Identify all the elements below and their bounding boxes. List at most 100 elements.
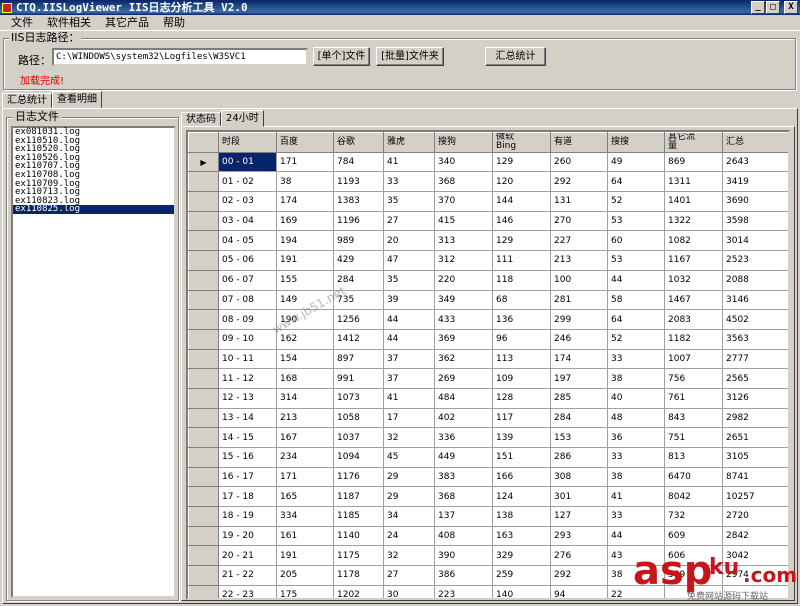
- table-cell[interactable]: 11 - 12: [218, 368, 277, 389]
- row-header[interactable]: [188, 525, 219, 547]
- table-cell[interactable]: 751: [664, 427, 723, 448]
- menu-other-products[interactable]: 其它产品: [98, 15, 156, 30]
- table-row[interactable]: 07 - 08 149 735 39 349 68 281 58 1467 3146: [188, 289, 788, 311]
- table-cell[interactable]: 44: [383, 309, 435, 330]
- table-cell[interactable]: 223: [434, 584, 493, 598]
- table-cell[interactable]: 843: [664, 407, 723, 429]
- column-header[interactable]: 汇总: [722, 132, 788, 153]
- table-cell[interactable]: 270: [550, 210, 608, 232]
- table-row[interactable]: 15 - 16 234 1094 45 449 151 286 33 813 3105: [188, 447, 788, 468]
- row-header[interactable]: [188, 191, 219, 212]
- table-cell[interactable]: 39: [383, 289, 435, 311]
- table-cell[interactable]: 163: [492, 525, 551, 547]
- table-cell[interactable]: 45: [383, 447, 435, 468]
- table-cell[interactable]: 227: [550, 230, 608, 252]
- table-cell[interactable]: 40: [607, 387, 665, 409]
- table-row[interactable]: 05 - 06 191 429 47 312 111 213 53 1167 2523: [188, 250, 788, 271]
- table-cell[interactable]: 2083: [664, 309, 723, 330]
- table-cell[interactable]: 20 - 21: [218, 545, 277, 567]
- file-list-item[interactable]: ex110825.log: [13, 205, 174, 214]
- table-cell[interactable]: 171: [276, 466, 334, 488]
- table-cell[interactable]: 138: [492, 506, 551, 527]
- table-row[interactable]: 19 - 20 161 1140 24 408 163 293 44 609 2842: [188, 525, 788, 547]
- table-row[interactable]: 16 - 17 171 1176 29 383 166 308 38 6470 8741: [188, 466, 788, 488]
- row-header[interactable]: [188, 348, 219, 370]
- summary-button[interactable]: 汇总统计: [485, 47, 546, 66]
- table-cell[interactable]: 194: [276, 230, 334, 252]
- table-cell[interactable]: 53: [607, 250, 665, 271]
- table-cell[interactable]: 140: [492, 584, 551, 598]
- table-row[interactable]: 02 - 03 174 1383 35 370 144 131 52 1401 3690: [188, 191, 788, 212]
- table-cell[interactable]: 52: [607, 191, 665, 212]
- column-header[interactable]: 搜狗: [434, 132, 493, 153]
- table-cell[interactable]: 38: [276, 171, 334, 193]
- table-cell[interactable]: 128: [492, 387, 551, 409]
- table-cell[interactable]: 989: [333, 230, 384, 252]
- table-cell[interactable]: 484: [434, 387, 493, 409]
- table-cell[interactable]: 27: [383, 565, 435, 586]
- table-cell[interactable]: 168: [276, 368, 334, 389]
- table-cell[interactable]: 292: [550, 171, 608, 193]
- table-cell[interactable]: 131: [550, 191, 608, 212]
- table-cell[interactable]: 96: [492, 328, 551, 350]
- table-cell[interactable]: 2523: [722, 250, 788, 271]
- table-cell[interactable]: 20: [383, 230, 435, 252]
- table-cell[interactable]: 171: [276, 151, 334, 173]
- table-row[interactable]: 04 - 05 194 989 20 313 129 227 60 1082 3014: [188, 230, 788, 252]
- table-cell[interactable]: 1094: [333, 447, 384, 468]
- table-row[interactable]: 03 - 04 169 1196 27 415 146 270 53 1322 3598: [188, 210, 788, 232]
- table-cell[interactable]: 1182: [664, 328, 723, 350]
- table-cell[interactable]: 869: [664, 151, 723, 173]
- table-cell[interactable]: 1007: [664, 348, 723, 370]
- table-row[interactable]: 10 - 11 154 897 37 362 113 174 33 1007 2777: [188, 348, 788, 370]
- table-cell[interactable]: 167: [276, 427, 334, 448]
- table-cell[interactable]: 111: [492, 250, 551, 271]
- table-cell[interactable]: 1032: [664, 269, 723, 291]
- table-cell[interactable]: 49: [607, 151, 665, 173]
- table-cell[interactable]: 10 - 11: [218, 348, 277, 370]
- table-cell[interactable]: 17: [383, 407, 435, 429]
- table-cell[interactable]: 2565: [722, 368, 788, 389]
- table-cell[interactable]: 329: [492, 545, 551, 567]
- column-header[interactable]: 百度: [276, 132, 334, 153]
- table-cell[interactable]: 299: [550, 309, 608, 330]
- tab-details[interactable]: 查看明细: [52, 91, 102, 108]
- table-cell[interactable]: 35: [383, 191, 435, 212]
- table-cell[interactable]: 33: [607, 348, 665, 370]
- row-header[interactable]: ▶: [188, 151, 219, 173]
- table-cell[interactable]: 19 - 20: [218, 525, 277, 547]
- table-cell[interactable]: 58: [607, 289, 665, 311]
- table-cell[interactable]: 1193: [333, 171, 384, 193]
- table-cell[interactable]: 146: [492, 210, 551, 232]
- hourly-grid[interactable]: 时段 百度 谷歌 雅虎 搜狗 微软 Bing 有道 搜搜 其它流 量汇总 ▶ 00 - 01 171…: [186, 130, 790, 600]
- table-cell[interactable]: 14 - 15: [218, 427, 277, 448]
- table-cell[interactable]: 117: [492, 407, 551, 429]
- single-file-button[interactable]: [单个]文件: [313, 47, 370, 66]
- table-row[interactable]: ▶ 00 - 01 171 784 41 340 129 260 49 869 2643: [188, 151, 788, 173]
- tab-status-code[interactable]: 状态码: [181, 112, 221, 127]
- table-cell[interactable]: 175: [276, 584, 334, 598]
- table-cell[interactable]: 402: [434, 407, 493, 429]
- table-row[interactable]: 06 - 07 155 284 35 220 118 100 44 1032 2088: [188, 269, 788, 291]
- table-cell[interactable]: 1322: [664, 210, 723, 232]
- table-cell[interactable]: 64: [607, 171, 665, 193]
- table-cell[interactable]: 433: [434, 309, 493, 330]
- table-cell[interactable]: 301: [550, 486, 608, 508]
- table-cell[interactable]: 48: [607, 407, 665, 429]
- table-cell[interactable]: 165: [276, 486, 334, 508]
- table-cell[interactable]: 68: [492, 289, 551, 311]
- table-cell[interactable]: 3014: [722, 230, 788, 252]
- table-cell[interactable]: 155: [276, 269, 334, 291]
- table-cell[interactable]: 368: [434, 486, 493, 508]
- table-cell[interactable]: 340: [434, 151, 493, 173]
- row-header[interactable]: [188, 230, 219, 252]
- table-cell[interactable]: 3419: [722, 171, 788, 193]
- table-cell[interactable]: 1202: [333, 584, 384, 598]
- table-cell[interactable]: 27: [383, 210, 435, 232]
- table-cell[interactable]: 2088: [722, 269, 788, 291]
- table-cell[interactable]: 369: [434, 328, 493, 350]
- table-cell[interactable]: 47: [383, 250, 435, 271]
- table-cell[interactable]: 1058: [333, 407, 384, 429]
- table-cell[interactable]: 29: [383, 486, 435, 508]
- row-header[interactable]: [188, 545, 219, 567]
